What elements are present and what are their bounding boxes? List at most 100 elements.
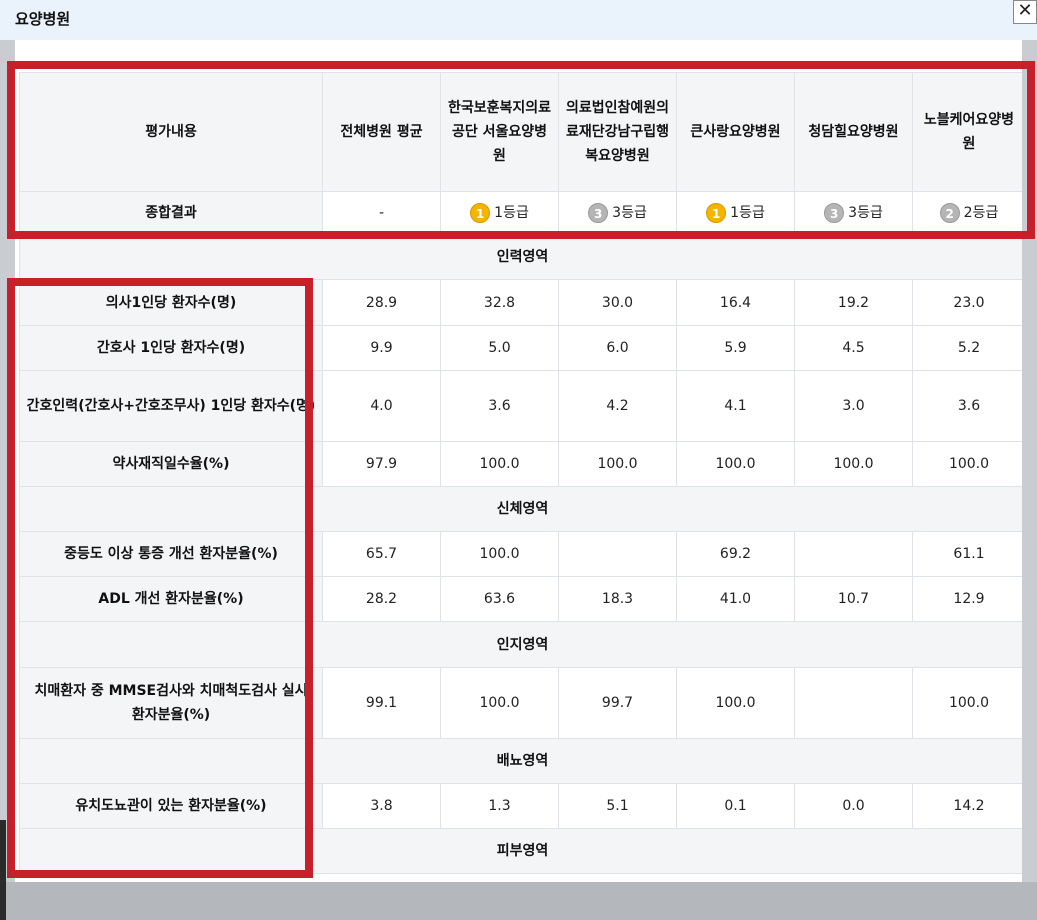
gold-medal-icon: 1 xyxy=(470,202,491,223)
cell: 100.0 xyxy=(912,441,1022,487)
cell: 100.0 xyxy=(440,531,559,577)
close-icon: ✕ xyxy=(1017,0,1033,21)
table-row: 유치도뇨관이 있는 환자분율(%) 3.8 1.3 5.1 0.1 0.0 14… xyxy=(19,783,1022,829)
overall-average: - xyxy=(322,191,441,235)
cell: 19.2 xyxy=(794,279,913,326)
cell: 28.9 xyxy=(322,279,441,326)
cell: 69.2 xyxy=(676,531,795,577)
cell: 5.1 xyxy=(558,783,677,829)
table-row: 약사재직일수율(%) 97.9 100.0 100.0 100.0 100.0 … xyxy=(19,441,1022,487)
cell: 3.8 xyxy=(322,783,441,829)
header-criteria: 평가내용 xyxy=(19,72,323,192)
cell: 99.1 xyxy=(322,667,441,739)
cell: 12.9 xyxy=(912,576,1022,622)
header-hospital-5: 노블케어요양병원 xyxy=(912,72,1022,192)
grade-text: 2등급 xyxy=(963,204,999,221)
row-label: 약사재직일수율(%) xyxy=(19,441,323,487)
table-row: 간호인력(간호사+간호조무사) 1인당 환자수(명) 4.0 3.6 4.2 4… xyxy=(19,370,1022,442)
dialog-title: 요양병원 xyxy=(15,10,71,28)
silver-medal-icon: 3 xyxy=(824,202,845,223)
cell: 14.2 xyxy=(912,783,1022,829)
overall-grade-1: 1 1등급 xyxy=(440,191,559,235)
cell: 5.9 xyxy=(676,325,795,371)
header-hospital-3: 큰사랑요양병원 xyxy=(676,72,795,192)
cell: 4.2 xyxy=(558,370,677,442)
cell: 100.0 xyxy=(912,667,1022,739)
silver-medal-icon: 2 xyxy=(939,202,960,223)
cell: 61.1 xyxy=(912,531,1022,577)
cell: 63.6 xyxy=(440,576,559,622)
cell: 5.2 xyxy=(912,325,1022,371)
cell: 100.0 xyxy=(558,441,677,487)
table-row: 간호사 1인당 환자수(명) 9.9 5.0 6.0 5.9 4.5 5.2 xyxy=(19,325,1022,371)
header-row: 평가내용 전체병원 평균 한국보훈복지의료공단 서울요양병원 의료법인참예원의료… xyxy=(19,72,1022,192)
cell: 9.9 xyxy=(322,325,441,371)
grade-text: 1등급 xyxy=(730,204,765,221)
dialog-titlebar: 요양병원 xyxy=(0,0,1037,41)
cell: 0.0 xyxy=(794,783,913,829)
cell: 100.0 xyxy=(794,441,913,487)
table-row: ADL 개선 환자분율(%) 28.2 63.6 18.3 41.0 10.7 … xyxy=(19,576,1022,622)
overall-row: 종합결과 - 1 1등급 3 3등급 1 1등급 3 3등급 2 2등급 xyxy=(19,191,1022,235)
header-average: 전체병원 평균 xyxy=(322,72,441,192)
overall-grade-3: 1 1등급 xyxy=(676,191,795,235)
section-cognitive: 인지영역 xyxy=(19,621,1022,668)
section-skin: 피부영역 xyxy=(19,828,1022,874)
row-label: 간호사 1인당 환자수(명) xyxy=(19,325,323,371)
cell: 30.0 xyxy=(558,279,677,326)
overall-grade-5: 2 2등급 xyxy=(912,191,1022,235)
header-hospital-4: 청담힐요양병원 xyxy=(794,72,913,192)
cell: 5.0 xyxy=(440,325,559,371)
left-gutter xyxy=(0,40,15,920)
cell: 23.0 xyxy=(912,279,1022,326)
overall-grade-2: 3 3등급 xyxy=(558,191,677,235)
cell: 6.0 xyxy=(558,325,677,371)
table-row: 중등도 이상 통증 개선 환자분율(%) 65.7 100.0 69.2 61.… xyxy=(19,531,1022,577)
cell: 97.9 xyxy=(322,441,441,487)
cell xyxy=(794,531,913,577)
evaluation-table: 평가내용 전체병원 평균 한국보훈복지의료공단 서울요양병원 의료법인참예원의료… xyxy=(19,72,1022,874)
cell: 4.0 xyxy=(322,370,441,442)
cell: 65.7 xyxy=(322,531,441,577)
cell: 1.3 xyxy=(440,783,559,829)
close-button[interactable]: ✕ xyxy=(1013,0,1037,24)
cell: 100.0 xyxy=(676,667,795,739)
row-label: 치매환자 중 MMSE검사와 치매척도검사 실시 환자분율(%) xyxy=(19,667,323,739)
header-hospital-1: 한국보훈복지의료공단 서울요양병원 xyxy=(440,72,559,192)
silver-medal-icon: 3 xyxy=(588,202,609,223)
header-hospital-2: 의료법인참예원의료재단강남구립행복요양병원 xyxy=(558,72,677,192)
cell: 3.6 xyxy=(440,370,559,442)
table-row: 의사1인당 환자수(명) 28.9 32.8 30.0 16.4 19.2 23… xyxy=(19,279,1022,326)
section-physical: 신체영역 xyxy=(19,486,1022,532)
cell: 3.6 xyxy=(912,370,1022,442)
cell: 100.0 xyxy=(440,667,559,739)
cell: 4.1 xyxy=(676,370,795,442)
row-label: 중등도 이상 통증 개선 환자분율(%) xyxy=(19,531,323,577)
section-urinary: 배뇨영역 xyxy=(19,738,1022,784)
cell: 4.5 xyxy=(794,325,913,371)
overall-grade-4: 3 3등급 xyxy=(794,191,913,235)
cell: 99.7 xyxy=(558,667,677,739)
gold-medal-icon: 1 xyxy=(706,202,727,223)
cell: 100.0 xyxy=(676,441,795,487)
row-label: ADL 개선 환자분율(%) xyxy=(19,576,323,622)
table-row: 치매환자 중 MMSE검사와 치매척도검사 실시 환자분율(%) 99.1 10… xyxy=(19,667,1022,739)
cell xyxy=(558,531,677,577)
row-label: 의사1인당 환자수(명) xyxy=(19,279,323,326)
cell: 32.8 xyxy=(440,279,559,326)
scrollbar-track[interactable] xyxy=(1022,40,1037,882)
cell: 3.0 xyxy=(794,370,913,442)
cell: 18.3 xyxy=(558,576,677,622)
grade-text: 3등급 xyxy=(612,204,647,221)
section-staffing: 인력영역 xyxy=(19,234,1022,280)
cell: 100.0 xyxy=(440,441,559,487)
overall-label: 종합결과 xyxy=(19,191,323,235)
cell: 0.1 xyxy=(676,783,795,829)
background-edge xyxy=(0,820,6,920)
row-label: 유치도뇨관이 있는 환자분율(%) xyxy=(19,783,323,829)
cell: 41.0 xyxy=(676,576,795,622)
row-label: 간호인력(간호사+간호조무사) 1인당 환자수(명) xyxy=(19,370,323,442)
cell: 16.4 xyxy=(676,279,795,326)
dialog-content[interactable]: 평가내용 전체병원 평균 한국보훈복지의료공단 서울요양병원 의료법인참예원의료… xyxy=(15,40,1022,882)
grade-text: 1등급 xyxy=(494,204,529,221)
